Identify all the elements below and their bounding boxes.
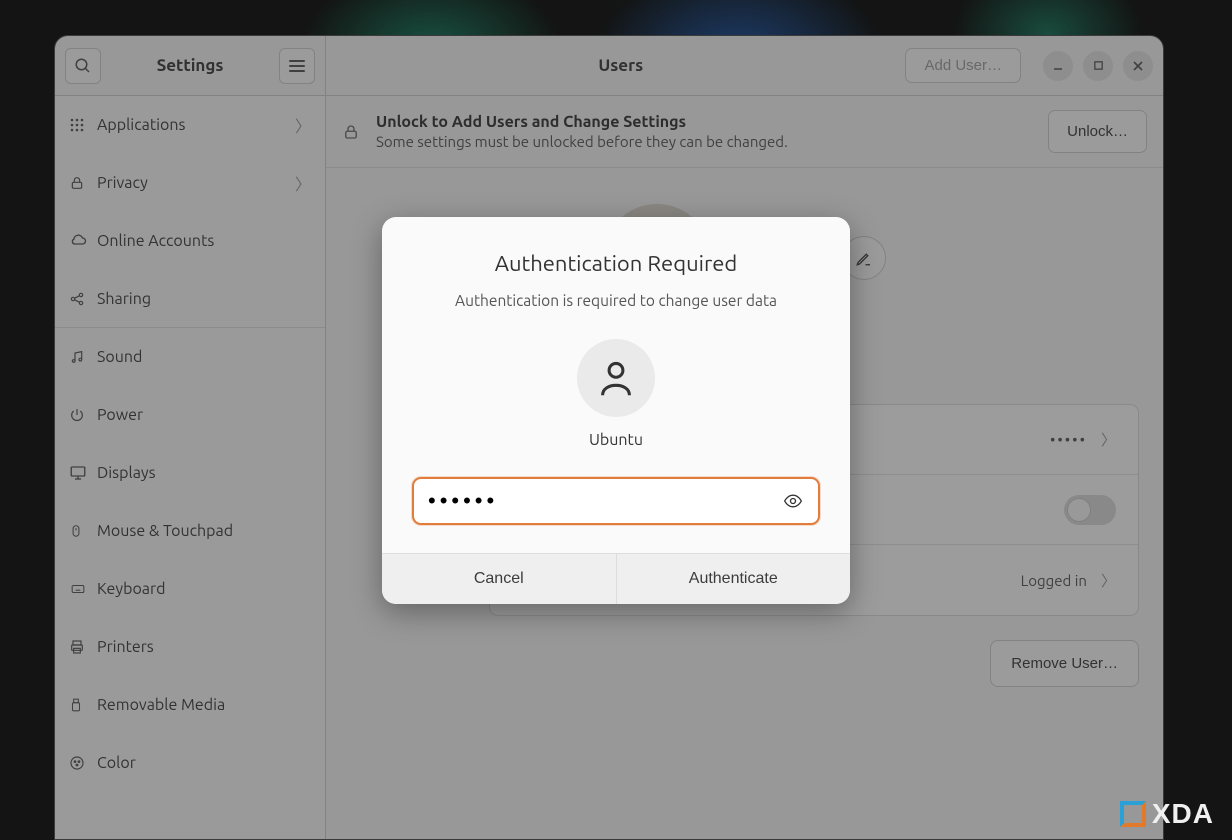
xda-logo-icon [1120,801,1146,827]
authentication-dialog: Authentication Required Authentication i… [382,217,850,604]
modal-overlay[interactable]: Authentication Required Authentication i… [0,0,1232,840]
password-input[interactable] [428,488,782,514]
password-field-wrapper [412,477,820,525]
dialog-username: Ubuntu [412,431,820,449]
watermark: XDA [1120,798,1214,830]
dialog-avatar [577,339,655,417]
dialog-title: Authentication Required [412,251,820,276]
watermark-text: XDA [1152,798,1214,830]
cancel-button[interactable]: Cancel [382,554,617,604]
reveal-password-button[interactable] [782,490,804,512]
dialog-message: Authentication is required to change use… [412,292,820,309]
authenticate-button[interactable]: Authenticate [617,554,851,604]
dialog-actions: Cancel Authenticate [382,553,850,604]
